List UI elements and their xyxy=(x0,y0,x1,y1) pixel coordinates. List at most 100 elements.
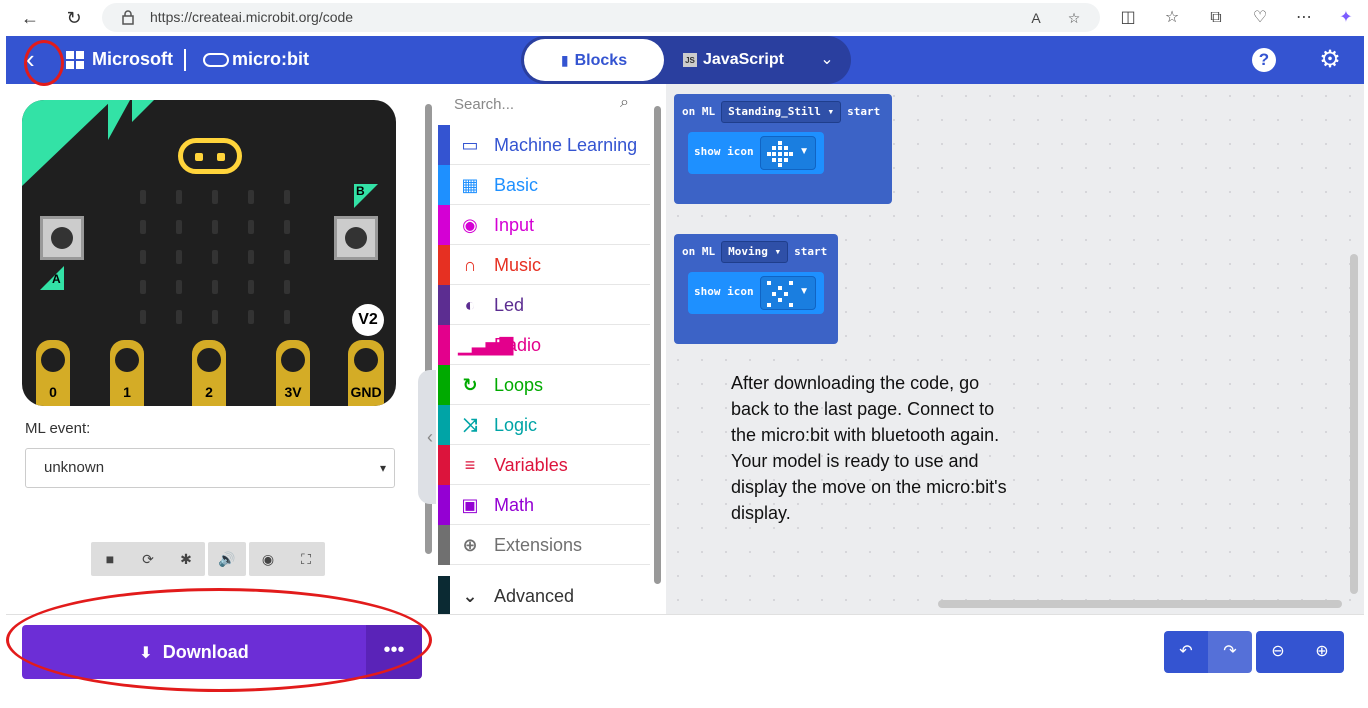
category-advanced[interactable]: ⌄ Advanced xyxy=(438,576,650,616)
category-input[interactable]: ◉ Input xyxy=(438,205,650,245)
block-header: on ML Moving ▾ start xyxy=(682,234,827,270)
category-radio[interactable]: ▁▃▅▇ Radio xyxy=(438,325,650,365)
board-corner-decoration xyxy=(22,100,154,186)
chevron-down-icon[interactable]: ⌄ xyxy=(815,48,839,72)
category-basic[interactable]: ▦ Basic xyxy=(438,165,650,205)
pin-0[interactable]: 0 xyxy=(36,340,70,406)
annotation-circle-back xyxy=(24,40,64,86)
ml-class-dropdown[interactable]: Standing_Still ▾ xyxy=(721,101,842,123)
extensions-heart-icon[interactable]: ♡ xyxy=(1248,6,1272,30)
undo-icon[interactable]: ↶ xyxy=(1164,631,1208,673)
favorites-icon[interactable]: ☆ xyxy=(1160,6,1184,30)
button-b[interactable] xyxy=(334,216,378,260)
shuffle-icon: ⤨ xyxy=(462,415,478,435)
screenshot-camera-icon[interactable]: ◉ xyxy=(249,542,287,576)
ml-event-select[interactable]: unknown ▾ xyxy=(25,448,395,488)
annotation-circle-download xyxy=(6,588,432,692)
moving-icon xyxy=(767,281,793,307)
workspace-horizontal-scrollbar[interactable] xyxy=(938,600,1342,608)
category-extensions[interactable]: ⊕ Extensions xyxy=(438,525,650,565)
search-icon[interactable]: ⌕ xyxy=(620,94,640,114)
category-label: Machine Learning xyxy=(494,135,638,155)
pin-3v[interactable]: 3V xyxy=(276,340,310,406)
refresh-icon: ↻ xyxy=(462,375,478,395)
reload-icon[interactable]: ↻ xyxy=(62,6,86,30)
url-text: https://createai.microbit.org/code xyxy=(150,9,354,25)
icon-picker-dropdown[interactable]: ▼ xyxy=(760,276,816,310)
microsoft-logo-icon xyxy=(66,51,84,69)
instruction-note: After downloading the code, go back to t… xyxy=(731,373,1007,523)
sim-controls-group: ■ ⟳ ✱ xyxy=(91,542,205,576)
signal-icon: ▁▃▅▇ xyxy=(458,335,514,355)
blocks-workspace[interactable]: on ML Standing_Still ▾ start show icon ▼ o… xyxy=(666,84,1364,614)
sound-group: 🔊 xyxy=(208,542,246,576)
zoom-out-icon[interactable]: ⊖ xyxy=(1256,631,1300,673)
icon-picker-dropdown[interactable]: ▼ xyxy=(760,136,816,170)
debug-bug-icon[interactable]: ✱ xyxy=(167,542,205,576)
plus-circle-icon: ⊕ xyxy=(462,535,478,555)
standing-icon xyxy=(767,141,793,167)
app-header: ‹ Microsoft micro:bit ▮ Blocks JS JavaScri… xyxy=(6,36,1364,84)
chevron-down-icon: ▾ xyxy=(379,461,386,475)
tab-blocks[interactable]: ▮ Blocks xyxy=(524,39,664,81)
microbit-board[interactable]: A B V2 0 1 2 3V GND xyxy=(22,100,396,406)
category-loops[interactable]: ↻ Loops xyxy=(438,365,650,405)
logo-touch-sensor[interactable] xyxy=(178,138,242,174)
version-badge: V2 xyxy=(352,304,384,336)
pin-gnd[interactable]: GND xyxy=(348,340,384,406)
help-icon[interactable]: ? xyxy=(1252,48,1276,72)
gear-icon[interactable]: ⚙ xyxy=(1318,48,1342,72)
category-label: Radio xyxy=(494,335,542,355)
toolbox-search-input[interactable]: Search... xyxy=(454,96,514,113)
category-label: Loops xyxy=(494,375,544,395)
redo-icon[interactable]: ↷ xyxy=(1208,631,1252,673)
header-divider xyxy=(184,49,186,71)
grid-icon: ▦ xyxy=(461,175,479,195)
category-label: Logic xyxy=(494,415,538,435)
toggle-icon: ◐ xyxy=(464,295,476,315)
pin-1[interactable]: 1 xyxy=(110,340,144,406)
button-a[interactable] xyxy=(40,216,84,260)
tab-javascript[interactable]: JS JavaScript xyxy=(683,39,803,81)
stop-icon[interactable]: ■ xyxy=(91,542,129,576)
copilot-icon[interactable]: ✦ xyxy=(1334,6,1358,30)
category-logic[interactable]: ⤨ Logic xyxy=(438,405,650,445)
zoom-in-icon[interactable]: ⊕ xyxy=(1300,631,1344,673)
more-menu-icon[interactable]: ⋯ xyxy=(1292,6,1316,30)
block-on-label: on ML xyxy=(682,105,716,118)
brand-name: Microsoft xyxy=(92,49,173,69)
workspace-vertical-scrollbar[interactable] xyxy=(1350,254,1358,594)
category-machine-learning[interactable]: ▭ Machine Learning xyxy=(438,125,650,165)
show-icon-block[interactable]: show icon ▼ xyxy=(688,272,824,314)
address-bar[interactable]: https://createai.microbit.org/code A ☆ xyxy=(102,3,1100,32)
pin-2[interactable]: 2 xyxy=(192,340,226,406)
category-math[interactable]: ▣ Math xyxy=(438,485,650,525)
block-start-label: start xyxy=(794,245,828,258)
category-label: Variables xyxy=(494,455,568,475)
target-icon: ◉ xyxy=(462,215,478,235)
category-led[interactable]: ◐ Led xyxy=(438,285,650,325)
toolbox-scrollbar[interactable] xyxy=(654,106,661,584)
microbit-logo-icon xyxy=(203,53,229,67)
block-header: on ML Standing_Still ▾ start xyxy=(682,94,880,130)
read-aloud-icon[interactable]: A xyxy=(1026,8,1046,28)
tab-blocks-label: Blocks xyxy=(574,52,628,69)
favorite-star-icon[interactable]: ☆ xyxy=(1064,8,1084,28)
category-music[interactable]: ∩ Music xyxy=(438,245,650,285)
ml-class-dropdown[interactable]: Moving ▾ xyxy=(721,241,789,263)
sound-icon[interactable]: 🔊 xyxy=(208,542,246,576)
show-icon-label: show icon xyxy=(694,285,754,298)
fullscreen-icon[interactable]: ⛶ xyxy=(287,542,325,576)
split-screen-icon[interactable]: ◫ xyxy=(1116,6,1140,30)
on-ml-block-moving[interactable]: on ML Moving ▾ start show icon ▼ xyxy=(674,234,838,344)
restart-icon[interactable]: ⟳ xyxy=(129,542,167,576)
category-label: Advanced xyxy=(494,586,575,606)
show-icon-block[interactable]: show icon ▼ xyxy=(688,132,824,174)
collections-icon[interactable]: ⧉ xyxy=(1204,6,1228,30)
on-ml-block-standing-still[interactable]: on ML Standing_Still ▾ start show icon ▼ xyxy=(674,94,892,204)
category-variables[interactable]: ≡ Variables xyxy=(438,445,650,485)
ml-class-value: Standing_Still xyxy=(728,105,821,118)
category-label: Basic xyxy=(494,175,539,195)
ml-event-value: unknown xyxy=(44,459,105,476)
back-arrow-icon[interactable]: ← xyxy=(18,6,42,30)
